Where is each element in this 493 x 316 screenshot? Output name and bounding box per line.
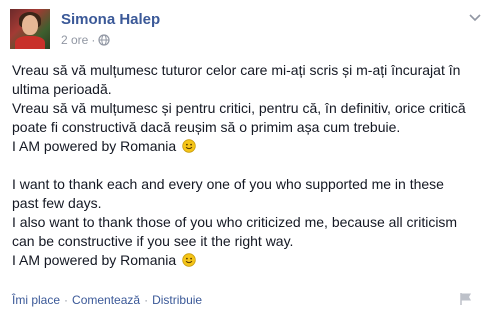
text-line: Vreau să vă mulțumesc și pentru critici,… bbox=[12, 100, 466, 116]
post-meta: 2 ore · bbox=[61, 33, 110, 47]
text-line: can be constructive if you see it the ri… bbox=[12, 233, 294, 249]
text-line-with-emoji: I AM powered by Romania bbox=[12, 251, 482, 270]
meta-separator: · bbox=[91, 33, 96, 47]
text-line: poate fi constructivă dacă reușim să o p… bbox=[12, 119, 401, 135]
author-name[interactable]: Simona Halep bbox=[61, 11, 160, 28]
author-avatar[interactable] bbox=[10, 9, 50, 49]
slogan-text: I AM powered by Romania bbox=[12, 138, 177, 154]
text-line: Vreau să vă mulțumesc tuturor celor care… bbox=[12, 62, 461, 78]
chevron-down-icon[interactable] bbox=[469, 14, 481, 22]
post-time[interactable]: 2 ore bbox=[61, 33, 88, 47]
globe-icon[interactable] bbox=[98, 34, 110, 46]
post-text-en: I want to thank each and every one of yo… bbox=[12, 175, 482, 270]
text-line: past few days. bbox=[12, 195, 102, 211]
smile-emoticon-icon bbox=[182, 139, 196, 153]
flag-icon[interactable] bbox=[459, 292, 473, 306]
smile-emoticon-icon bbox=[182, 253, 196, 267]
slogan-text: I AM powered by Romania bbox=[12, 252, 177, 268]
text-line: I want to thank each and every one of yo… bbox=[12, 176, 444, 192]
post-text-ro: Vreau să vă mulțumesc tuturor celor care… bbox=[12, 61, 482, 156]
avatar-face bbox=[22, 15, 38, 35]
action-separator: · bbox=[144, 293, 149, 307]
text-line-with-emoji: I AM powered by Romania bbox=[12, 137, 482, 156]
comment-button[interactable]: Comentează bbox=[72, 293, 140, 307]
post-body: Vreau să vă mulțumesc tuturor celor care… bbox=[12, 61, 482, 270]
text-line: I also want to thank those of you who cr… bbox=[12, 214, 458, 230]
avatar-shirt bbox=[15, 36, 45, 49]
action-separator: · bbox=[64, 293, 69, 307]
like-button[interactable]: Îmi place bbox=[12, 293, 60, 307]
facebook-post: Simona Halep 2 ore · Vreau să vă mulțume… bbox=[0, 0, 493, 316]
post-actions: Îmi place · Comentează · Distribuie bbox=[12, 293, 202, 307]
share-button[interactable]: Distribuie bbox=[152, 293, 202, 307]
text-line: ultima perioadă. bbox=[12, 81, 112, 97]
